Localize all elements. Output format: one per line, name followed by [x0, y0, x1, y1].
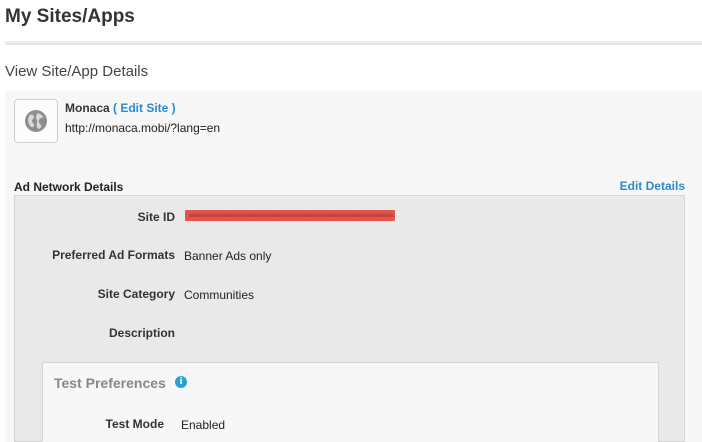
site-category-value: Communities — [184, 288, 255, 302]
site-url: http://monaca.mobi/?lang=en — [65, 121, 221, 135]
site-id-redacted-value: ▬▬▬▬▬▬▬▬▬▬▬▬▬▬▬▬▬▬▬▬▬▬▬▬▬▬▬▬▬ — [185, 208, 395, 221]
info-icon[interactable]: i — [175, 376, 187, 388]
edit-site-link[interactable]: ( Edit Site ) — [113, 101, 176, 115]
preferred-ad-formats-label: Preferred Ad Formats — [52, 248, 175, 262]
ad-network-details-box: Site ID ▬▬▬▬▬▬▬▬▬▬▬▬▬▬▬▬▬▬▬▬▬▬▬▬▬▬▬▬▬ Pr… — [14, 195, 685, 442]
globe-icon — [14, 99, 58, 143]
test-mode-label: Test Mode — [105, 417, 164, 431]
site-details-panel: Monaca ( Edit Site ) http://monaca.mobi/… — [5, 91, 702, 442]
edit-details-link[interactable]: Edit Details — [620, 179, 685, 193]
test-preferences-box: Test Preferences i Test Mode Enabled — [42, 362, 659, 442]
title-divider — [5, 41, 702, 45]
ad-network-heading: Ad Network Details — [14, 180, 124, 194]
section-title: View Site/App Details — [5, 63, 149, 80]
preferred-ad-formats-value: Banner Ads only — [184, 249, 272, 263]
site-category-label: Site Category — [97, 287, 175, 301]
page: My Sites/Apps View Site/App Details Mona… — [0, 0, 702, 442]
redaction-mark: ▬▬▬▬▬▬▬▬▬▬▬▬▬▬▬▬▬▬▬▬▬▬▬▬▬▬▬▬▬ — [189, 208, 393, 220]
globe-icon-graphic — [25, 110, 47, 132]
test-mode-value: Enabled — [181, 418, 226, 432]
site-id-label: Site ID — [137, 210, 175, 224]
page-title: My Sites/Apps — [5, 6, 135, 27]
description-label: Description — [108, 326, 175, 340]
test-preferences-title: Test Preferences — [54, 375, 166, 391]
site-name: Monaca — [65, 101, 110, 115]
